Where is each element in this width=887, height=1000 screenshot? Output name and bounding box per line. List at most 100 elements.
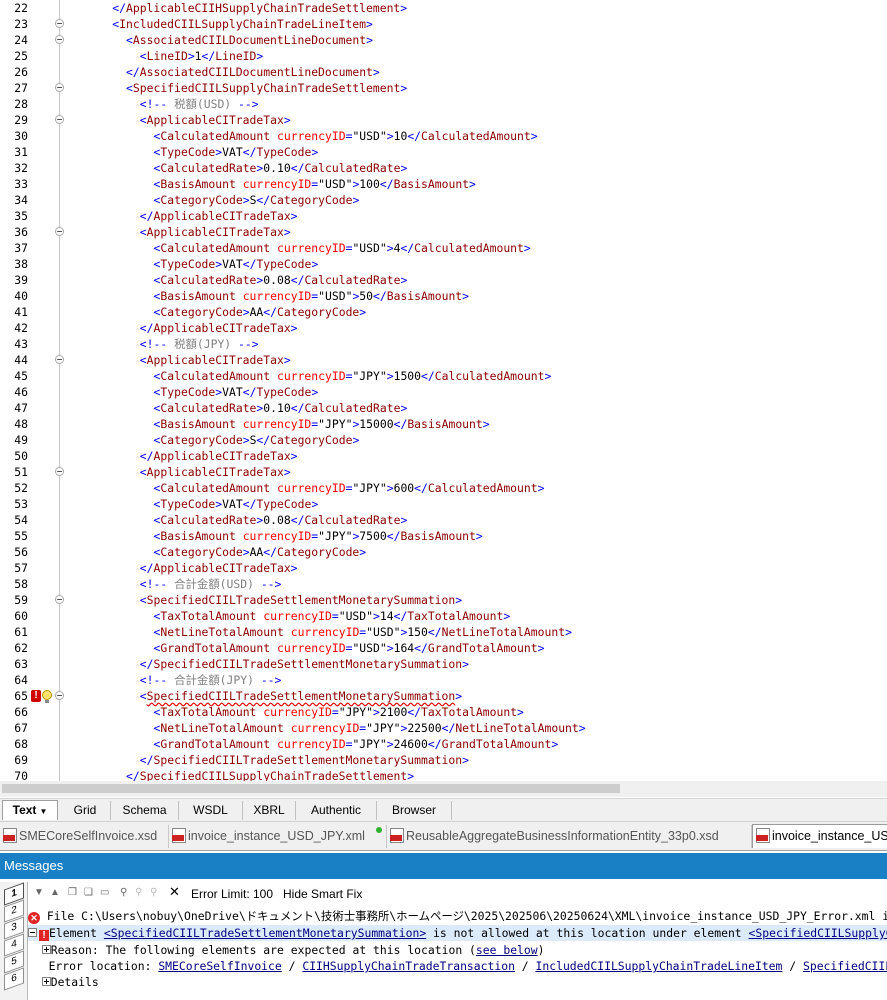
error-marker-icon[interactable]: ! <box>31 690 41 702</box>
tab-text-view[interactable]: Text ▼ <box>2 800 58 820</box>
message-element-line[interactable]: ! Element <SpecifiedCIILTradeSettlementMo… <box>28 925 887 941</box>
code-line[interactable]: 34 <CategoryCode>S</CategoryCode> <box>0 192 887 208</box>
copy-icon[interactable]: ❐ <box>68 888 78 898</box>
doc-tab-reusable-aggregate-xsd[interactable]: ReusableAggregateBusinessInformationEnti… <box>387 825 752 848</box>
horizontal-scrollbar-thumb[interactable] <box>2 784 620 793</box>
location-link[interactable]: CIIHSupplyChainTradeTransaction <box>302 959 515 973</box>
code-line[interactable]: 63 </SpecifiedCIILTradeSettlementMonetary… <box>0 656 887 672</box>
doc-tab-smecoreselfinvoice-xsd[interactable]: SMECoreSelfInvoice.xsd <box>0 825 169 848</box>
chevron-up-icon[interactable]: ▲ <box>50 888 60 898</box>
code-line[interactable]: 62 <GrandTotalAmount currencyID="USD">164… <box>0 640 887 656</box>
code-line[interactable]: 23 <IncludedCIILSupplyChainTradeLineItem> <box>0 16 887 32</box>
see-below-link[interactable]: see below <box>476 943 538 957</box>
code-line[interactable]: 55 <BasisAmount currencyID="JPY">7500</Ba… <box>0 528 887 544</box>
code-line[interactable]: 29 <ApplicableCITradeTax> <box>0 112 887 128</box>
chevron-down-icon[interactable]: ▼ <box>34 888 44 898</box>
code-line[interactable]: 39 <CalculatedRate>0.08</CalculatedRate> <box>0 272 887 288</box>
horizontal-scrollbar[interactable] <box>0 781 887 797</box>
element-link[interactable]: <SpecifiedCIILTradeSettlementMonetarySum… <box>104 926 426 940</box>
code-line[interactable]: 40 <BasisAmount currencyID="USD">50</Basi… <box>0 288 887 304</box>
location-link[interactable]: SMECoreSelfInvoice <box>158 959 281 973</box>
copy-message-icon[interactable]: ▭ <box>100 888 110 898</box>
fold-toggle-icon[interactable] <box>55 467 64 476</box>
lightbulb-icon[interactable] <box>42 690 52 703</box>
copy-all-icon[interactable]: ❏ <box>84 888 94 898</box>
tab-xbrl-view[interactable]: XBRL <box>243 801 296 820</box>
doc-tab-invoice-instance-usd-jpy-xml[interactable]: invoice_instance_USD_JPY.xml <box>169 825 387 848</box>
fold-toggle-icon[interactable] <box>55 115 64 124</box>
code-line[interactable]: 26 </AssociatedCIILDocumentLineDocument> <box>0 64 887 80</box>
code-line[interactable]: 30 <CalculatedAmount currencyID="USD">10<… <box>0 128 887 144</box>
location-link[interactable]: SpecifiedCIILSupplyChainTradeSettlement <box>803 959 887 973</box>
tab-browser-view[interactable]: Browser <box>377 801 452 820</box>
code-line[interactable]: 25 <LineID>1</LineID> <box>0 48 887 64</box>
code-line[interactable]: 22 </ApplicableCIIHSupplyChainTradeSettle… <box>0 0 887 16</box>
fold-toggle-icon[interactable] <box>55 227 64 236</box>
code-line[interactable]: 56 <CategoryCode>AA</CategoryCode> <box>0 544 887 560</box>
doc-tab-invoice-instance-error-xml[interactable]: invoice_instance_USD_JPY_Error.xml <box>752 824 887 848</box>
code-line[interactable]: 67 <NetLineTotalAmount currencyID="JPY">2… <box>0 720 887 736</box>
code-line[interactable]: 54 <CalculatedRate>0.08</CalculatedRate> <box>0 512 887 528</box>
tab-authentic-view[interactable]: Authentic <box>296 801 377 820</box>
code-line[interactable]: 27 <SpecifiedCIILSupplyChainTradeSettleme… <box>0 80 887 96</box>
code-line[interactable]: 64 <!-- 合計金額(JPY) --> <box>0 672 887 688</box>
code-line[interactable]: 49 <CategoryCode>S</CategoryCode> <box>0 432 887 448</box>
fold-toggle-icon[interactable] <box>55 595 64 604</box>
code-line[interactable]: 45 <CalculatedAmount currencyID="JPY">150… <box>0 368 887 384</box>
parent-element-link[interactable]: <SpecifiedCIILSupplyChainTradeSettlement… <box>749 926 887 940</box>
fold-toggle-icon[interactable] <box>55 691 64 700</box>
fold-toggle-icon[interactable] <box>55 355 64 364</box>
fold-toggle-icon[interactable] <box>55 35 64 44</box>
expand-icon[interactable] <box>41 977 51 986</box>
code-line[interactable]: 41 <CategoryCode>AA</CategoryCode> <box>0 304 887 320</box>
clear-icon[interactable]: ✕ <box>169 885 180 898</box>
code-line[interactable]: 38 <TypeCode>VAT</TypeCode> <box>0 256 887 272</box>
hide-smart-fix-button[interactable]: Hide Smart Fix <box>283 884 362 904</box>
code-line[interactable]: 68 <GrandTotalAmount currencyID="JPY">246… <box>0 736 887 752</box>
code-line[interactable]: 47 <CalculatedRate>0.10</CalculatedRate> <box>0 400 887 416</box>
code-line[interactable]: 51 <ApplicableCITradeTax> <box>0 464 887 480</box>
location-link[interactable]: IncludedCIILSupplyChainTradeLineItem <box>536 959 783 973</box>
fold-toggle-icon[interactable] <box>55 83 64 92</box>
code-line[interactable]: 70 </SpecifiedCIILSupplyChainTradeSettlem… <box>0 768 887 781</box>
collapse-icon[interactable] <box>28 928 37 937</box>
code-line[interactable]: 28 <!-- 税額(USD) --> <box>0 96 887 112</box>
code-line[interactable]: 44 <ApplicableCITradeTax> <box>0 352 887 368</box>
code-line[interactable]: 31 <TypeCode>VAT</TypeCode> <box>0 144 887 160</box>
code-line[interactable]: 36 <ApplicableCITradeTax> <box>0 224 887 240</box>
find-previous-icon[interactable]: ⚲ <box>135 888 145 898</box>
code-line[interactable]: 32 <CalculatedRate>0.10</CalculatedRate> <box>0 160 887 176</box>
code-line[interactable]: 33 <BasisAmount currencyID="USD">100</Bas… <box>0 176 887 192</box>
code-line[interactable]: 42 </ApplicableCITradeTax> <box>0 320 887 336</box>
tab-wsdl-view[interactable]: WSDL <box>179 801 243 820</box>
code-line[interactable]: 37 <CalculatedAmount currencyID="USD">4</… <box>0 240 887 256</box>
code-line[interactable]: 52 <CalculatedAmount currencyID="JPY">600… <box>0 480 887 496</box>
tab-grid-view[interactable]: Grid <box>60 801 111 820</box>
code-line[interactable]: 61 <NetLineTotalAmount currencyID="USD">1… <box>0 624 887 640</box>
error-limit-label[interactable]: Error Limit: 100 <box>191 884 273 904</box>
find-icon[interactable]: ⚲ <box>120 888 130 898</box>
code-line[interactable]: 69 </SpecifiedCIILTradeSettlementMonetary… <box>0 752 887 768</box>
expand-icon[interactable] <box>41 945 51 954</box>
code-line[interactable]: 66 <TaxTotalAmount currencyID="JPY">2100<… <box>0 704 887 720</box>
code-line[interactable]: 59 <SpecifiedCIILTradeSettlementMonetaryS… <box>0 592 887 608</box>
message-location-line[interactable]: Error location: SMECoreSelfInvoice / CII… <box>28 958 887 974</box>
code-line[interactable]: 35 </ApplicableCITradeTax> <box>0 208 887 224</box>
code-line[interactable]: 24 <AssociatedCIILDocumentLineDocument> <box>0 32 887 48</box>
code-line[interactable]: 60 <TaxTotalAmount currencyID="USD">14</T… <box>0 608 887 624</box>
chevron-down-icon[interactable]: ▼ <box>39 807 47 816</box>
code-line[interactable]: 65! <SpecifiedCIILTradeSettlementMonetary… <box>0 688 887 704</box>
code-line[interactable]: 53 <TypeCode>VAT</TypeCode> <box>0 496 887 512</box>
code-line[interactable]: 57 </ApplicableCITradeTax> <box>0 560 887 576</box>
fold-toggle-icon[interactable] <box>55 19 64 28</box>
code-line[interactable]: 50 </ApplicableCITradeTax> <box>0 448 887 464</box>
code-line[interactable]: 58 <!-- 合計金額(USD) --> <box>0 576 887 592</box>
find-next-icon[interactable]: ⚲ <box>150 888 160 898</box>
message-file-line[interactable]: ✕ File C:\Users\nobuy\OneDrive\ドキュメント\技術… <box>28 908 887 924</box>
tab-schema-view[interactable]: Schema <box>111 801 179 820</box>
message-details-line[interactable]: Details <box>28 974 887 990</box>
message-reason-line[interactable]: Reason: The following elements are expec… <box>28 942 887 958</box>
code-line[interactable]: 46 <TypeCode>VAT</TypeCode> <box>0 384 887 400</box>
code-line[interactable]: 43 <!-- 税額(JPY) --> <box>0 336 887 352</box>
xml-code-editor[interactable]: 22 </ApplicableCIIHSupplyChainTradeSettle… <box>0 0 887 781</box>
